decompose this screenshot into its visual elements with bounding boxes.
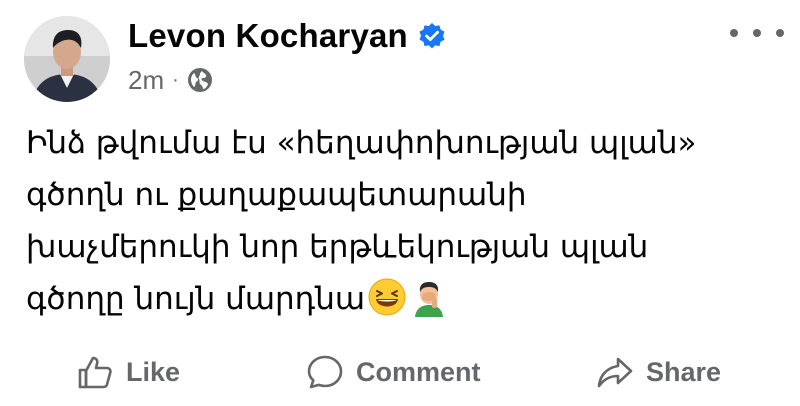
thumbs-up-icon	[78, 356, 112, 389]
post-action-bar: Like Comment Share	[0, 348, 800, 396]
author-name[interactable]: Levon Kocharyan	[128, 17, 408, 55]
meta-separator: ·	[172, 68, 179, 91]
post-card: Levon Kocharyan 2m · Ինձ թվումա էս «հեղա…	[0, 0, 800, 406]
more-dot-icon	[776, 29, 784, 37]
share-button[interactable]: Share	[596, 348, 721, 396]
comment-button[interactable]: Comment	[306, 348, 481, 396]
post-text-line: խաչմերուկի նոր երթևեկության պլան	[26, 229, 649, 265]
post-timestamp[interactable]: 2m	[128, 65, 164, 96]
post-text: Ինձ թվումա էս «հեղափոխության պլան» գծողն…	[26, 117, 786, 325]
author-avatar[interactable]	[24, 16, 110, 102]
comment-label: Comment	[356, 356, 481, 387]
post-text-line: գծողն ու քաղաքապետարանի	[26, 177, 527, 213]
man-facepalming-emoji	[415, 282, 444, 317]
share-label: Share	[646, 356, 722, 387]
grinning-squinting-face-emoji	[368, 278, 406, 316]
post-text-line: Ինձ թվումա էս «հեղափոխության պլան»	[26, 125, 697, 161]
post-meta: 2m ·	[128, 62, 213, 98]
avatar-photo	[24, 16, 110, 102]
verified-badge-icon	[419, 23, 445, 49]
share-arrow-icon	[597, 357, 633, 388]
globe-icon[interactable]	[187, 67, 213, 93]
post-text-line: գծողը նույն մարդնա	[26, 281, 366, 317]
like-label: Like	[126, 356, 181, 387]
more-options-button[interactable]	[730, 18, 784, 48]
more-dot-icon	[753, 29, 761, 37]
like-button[interactable]: Like	[76, 348, 180, 396]
more-dot-icon	[730, 29, 738, 37]
author-header: Levon Kocharyan	[128, 14, 446, 58]
comment-bubble-icon	[307, 355, 343, 389]
post-text-last-line: գծողը նույն մարդնա	[26, 273, 786, 325]
